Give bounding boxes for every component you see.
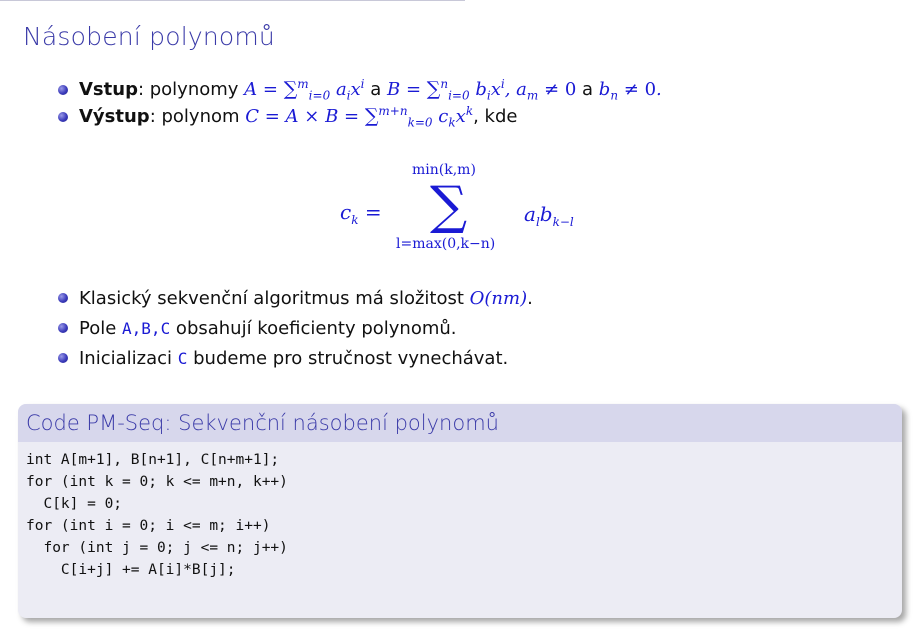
code-block-title: Code PM-Seq: Sekvenční násobení polynomů [18, 404, 902, 442]
input-and: a [364, 79, 387, 100]
output-suffix: , kde [473, 106, 518, 127]
output-label: Výstup [79, 106, 150, 127]
definition-list: Vstup: polynomy A = ∑mi=0 aixi a B = ∑ni… [58, 76, 662, 130]
output-text: : polynom [149, 106, 246, 127]
input-text: : polynomy [137, 79, 245, 100]
output-bullet: Výstup: polynom C = A × B = ∑m+nk=0 ckxk… [58, 103, 662, 130]
output-formula: C = A × B = ∑m+nk=0 ckxk [245, 104, 474, 130]
formula-lhs: ck = [340, 200, 382, 227]
input-formula-a: A = ∑mi=0 aixi [244, 77, 365, 103]
input-label: Vstup [79, 79, 138, 100]
note-init: Inicializaci C budeme pro stručnost vyne… [58, 344, 533, 374]
arrays-code: A,B,C [122, 319, 171, 338]
top-rule [0, 0, 465, 1]
note-arrays: Pole A,B,C obsahují koeficienty polynomů… [58, 314, 533, 344]
note-complexity: Klasický sekvenční algoritmus má složito… [58, 284, 533, 314]
sum-lower-limit: l=max(0,k−n) [396, 236, 496, 252]
init-code: C [177, 349, 188, 368]
input-bullet: Vstup: polynomy A = ∑mi=0 aixi a B = ∑ni… [58, 76, 662, 103]
input-condition-b: bn ≠ 0. [598, 79, 662, 103]
sum-symbol: ∑ [430, 176, 468, 236]
complexity-math: O(nm) [469, 288, 528, 309]
code-block: Code PM-Seq: Sekvenční násobení polynomů… [18, 404, 902, 618]
input-formula-b: B = ∑ni=0 bixi, am ≠ 0 [387, 77, 577, 103]
code-listing: int A[m+1], B[n+1], C[n+m+1]; for (int k… [26, 452, 288, 578]
formula-term: albk−l [524, 202, 574, 229]
frame-title: Násobení polynomů [23, 22, 275, 51]
coefficient-formula: min(k,m) ck = ∑ albk−l l=max(0,k−n) [340, 162, 640, 262]
notes-list: Klasický sekvenční algoritmus má složito… [58, 284, 533, 374]
